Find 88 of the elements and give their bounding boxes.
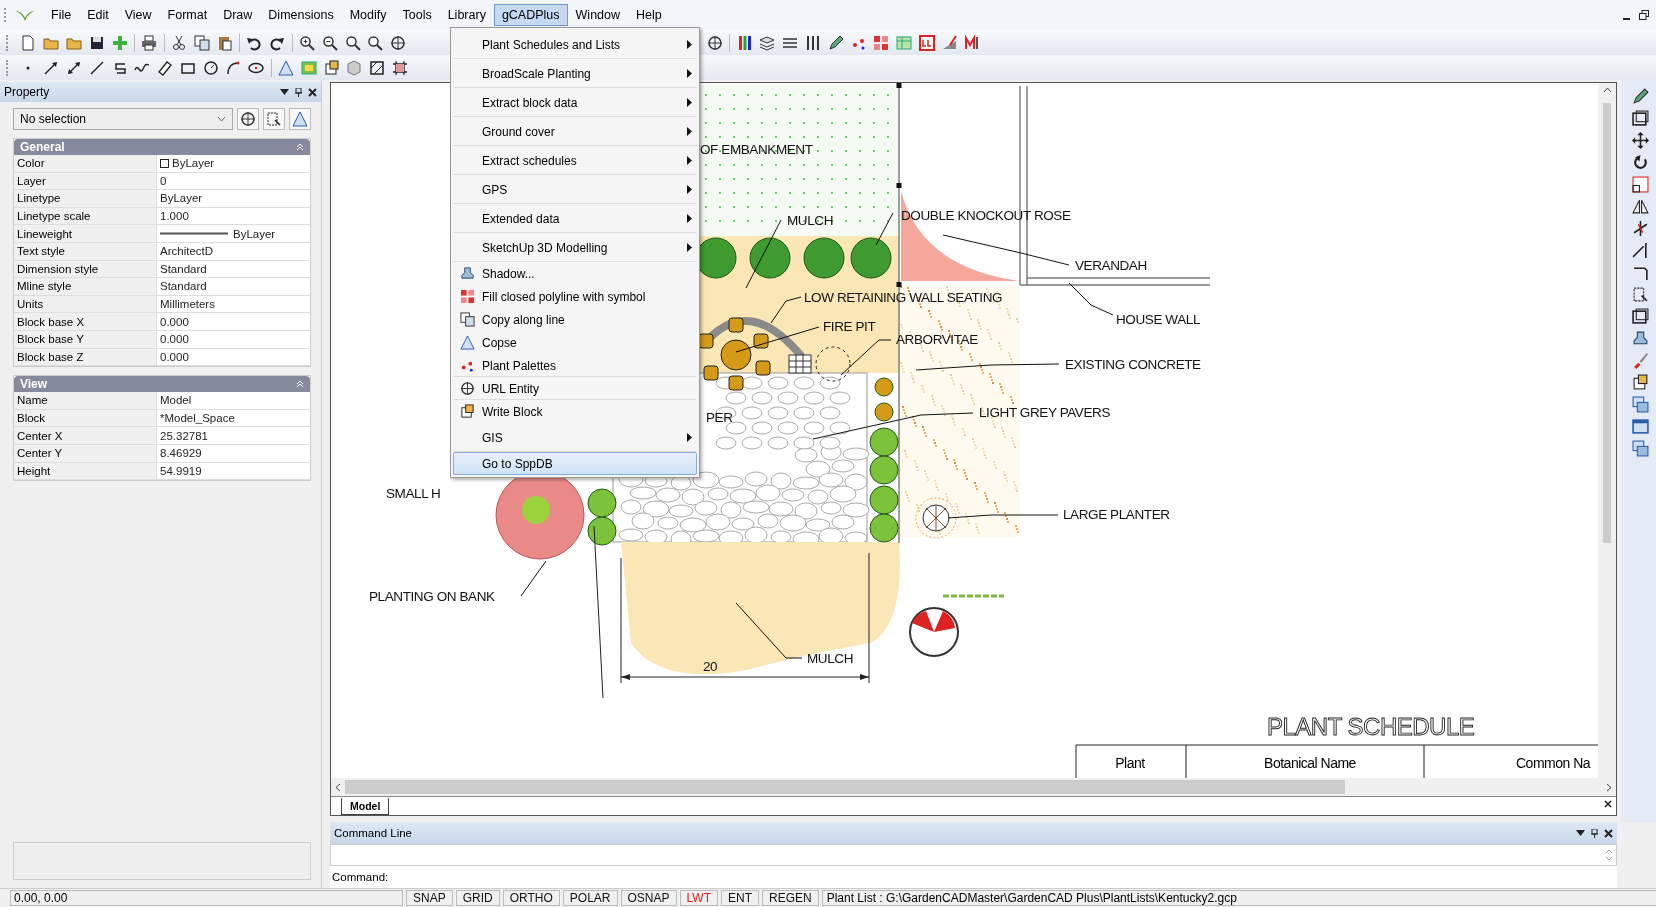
layout-tab[interactable]: Model bbox=[341, 798, 390, 815]
drawing-label: ARBORVITAE bbox=[896, 332, 978, 347]
status-toggle[interactable]: ORTHO bbox=[502, 890, 560, 906]
drawing-label: FIRE PIT bbox=[823, 319, 876, 334]
property-name: Lineweight bbox=[14, 225, 157, 242]
menu-item[interactable]: Go to SppDB bbox=[453, 452, 697, 475]
property-value[interactable]: 25.32781 bbox=[160, 429, 208, 442]
status-toggle[interactable]: ENT bbox=[720, 890, 759, 906]
dimension-text: 20 bbox=[703, 659, 718, 674]
menu-item[interactable]: Modify bbox=[341, 4, 395, 26]
property-value[interactable]: 54.9919 bbox=[160, 464, 202, 477]
drawing-label: LARGE PLANTER bbox=[1063, 507, 1170, 522]
menu-item[interactable]: Draw bbox=[215, 4, 261, 26]
property-name: Center X bbox=[14, 427, 157, 444]
drawing-label: MULCH bbox=[807, 651, 853, 666]
property-value[interactable]: ByLayer bbox=[172, 157, 215, 170]
status-toggle[interactable]: OSNAP bbox=[620, 890, 677, 906]
section-title: View bbox=[20, 377, 48, 392]
menu-item[interactable]: Dimensions bbox=[260, 4, 342, 26]
menu-item[interactable]: Ground cover bbox=[453, 117, 697, 146]
menu-item[interactable]: Format bbox=[159, 4, 216, 26]
menu-item[interactable]: Plant Palettes bbox=[453, 354, 697, 377]
menu-item[interactable]: View bbox=[116, 4, 160, 26]
property-value[interactable]: 0.000 bbox=[160, 333, 189, 346]
menu-item[interactable]: Shadow... bbox=[453, 262, 697, 285]
property-value[interactable]: Millimeters bbox=[160, 298, 215, 311]
menu-item[interactable]: BroadScale Planting bbox=[453, 59, 697, 88]
menu-item[interactable]: Write Block bbox=[453, 400, 697, 423]
coordinates-display: 0.00, 0.00 bbox=[10, 890, 403, 906]
drawing-label: LIGHT GREY PAVERS bbox=[979, 405, 1110, 420]
menu-item[interactable]: Copy along line bbox=[453, 308, 697, 331]
menu-item[interactable]: Help bbox=[628, 4, 670, 26]
menu-item[interactable]: Extract schedules bbox=[453, 146, 697, 175]
plant-list-path: Plant List : G:\GardenCADMaster\GardenCAD Plus\PlantLists\Kentucky2.gcp bbox=[821, 890, 1656, 906]
menu-item[interactable]: GPS bbox=[453, 175, 697, 204]
property-value[interactable]: ByLayer bbox=[233, 227, 276, 240]
property-value[interactable]: 0 bbox=[160, 174, 167, 187]
menu-item[interactable]: Plant Schedules and Lists bbox=[453, 30, 697, 59]
section-title: General bbox=[20, 140, 65, 154]
property-value[interactable]: 1.000 bbox=[160, 210, 189, 223]
drawing-label: OF EMBANKMENT bbox=[700, 142, 813, 157]
property-name: Color bbox=[14, 155, 157, 172]
command-prompt[interactable]: Command: bbox=[332, 871, 389, 883]
panel-title: Command Line bbox=[334, 827, 413, 839]
selection-dropdown[interactable]: No selection bbox=[13, 108, 233, 130]
drawing-label: PLANTING ON BANK bbox=[369, 589, 495, 604]
property-name: Linetype bbox=[14, 190, 157, 207]
status-toggle[interactable]: POLAR bbox=[562, 890, 618, 906]
drawing-label: EXISTING CONCRETE bbox=[1065, 357, 1201, 372]
column-header: Botanical Name bbox=[1264, 755, 1356, 771]
menu-item[interactable]: Library bbox=[439, 4, 494, 26]
panel-title: Property bbox=[4, 85, 51, 99]
property-name: Mline style bbox=[14, 278, 157, 295]
property-name: Name bbox=[14, 392, 157, 409]
property-value[interactable]: ArchitectD bbox=[160, 245, 214, 258]
menu-item[interactable]: Copse bbox=[453, 331, 697, 354]
property-value[interactable]: Standard bbox=[160, 280, 207, 293]
menu-item[interactable]: gCADPlus bbox=[493, 4, 568, 26]
menu-item[interactable]: Tools bbox=[394, 4, 440, 26]
status-toggle[interactable]: LWT bbox=[679, 890, 718, 906]
column-header: Common Na bbox=[1516, 755, 1591, 771]
drawing-label: SMALL H bbox=[386, 486, 441, 501]
menu-item[interactable]: Edit bbox=[79, 4, 117, 26]
menu-item[interactable]: Extract block data bbox=[453, 88, 697, 117]
property-value[interactable]: Model bbox=[160, 394, 192, 407]
property-value[interactable]: *Model_Space bbox=[160, 412, 235, 424]
menu-item[interactable]: Fill closed polyline with symbol bbox=[453, 285, 697, 308]
property-value[interactable]: 8.46929 bbox=[160, 447, 202, 460]
drawing-label: HOUSE WALL bbox=[1116, 312, 1201, 327]
menu-item[interactable]: URL Entity bbox=[453, 377, 697, 400]
drawing-label: VERANDAH bbox=[1075, 258, 1147, 273]
status-toggle[interactable]: GRID bbox=[455, 890, 500, 906]
menu-item[interactable]: SketchUp 3D Modelling bbox=[453, 233, 697, 262]
status-toggle[interactable]: SNAP bbox=[406, 890, 453, 906]
property-value[interactable]: 0.000 bbox=[160, 350, 189, 363]
column-header: Plant bbox=[1115, 755, 1145, 771]
drawing-label: DOUBLE KNOCKOUT ROSE bbox=[901, 208, 1071, 223]
drawing-label: LOW RETAINING WALL SEATING bbox=[804, 290, 1003, 305]
menu-item[interactable]: Window bbox=[567, 4, 629, 26]
property-name: Block base X bbox=[14, 313, 157, 330]
menu-item[interactable]: File bbox=[43, 4, 80, 26]
drawing-label: MULCH bbox=[787, 213, 833, 228]
property-value[interactable]: Standard bbox=[160, 262, 207, 275]
drawing-label: PER bbox=[706, 410, 733, 425]
property-value[interactable]: ByLayer bbox=[160, 192, 203, 205]
menu-item[interactable]: Extended data bbox=[453, 204, 697, 233]
property-value[interactable]: 0.000 bbox=[160, 315, 189, 328]
status-toggle[interactable]: REGEN bbox=[761, 890, 819, 906]
